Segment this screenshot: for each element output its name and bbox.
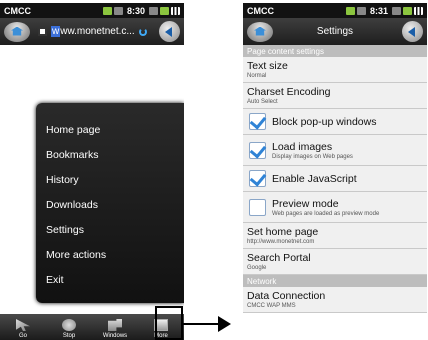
setting-title: Data Connection [247,290,326,302]
clock: 8:30 [126,5,145,16]
more-highlight-box [155,306,183,340]
stop-label: Stop [62,333,76,339]
menu-item-history[interactable]: History [36,167,184,192]
setting-summary: Web pages are loaded as preview mode [272,210,380,217]
checkbox-checked-icon[interactable] [249,141,266,159]
setting-charset-encoding[interactable]: Charset Encoding Auto Select [243,83,427,109]
page-title: Settings [316,26,354,37]
checkbox-checked-icon[interactable] [249,170,266,187]
setting-title: Text size [247,60,288,72]
menu-item-home-page[interactable]: Home page [36,117,184,142]
setting-title: Enable JavaScript [272,172,357,185]
options-menu: Home page Bookmarks History Downloads Se… [36,103,184,303]
setting-home-page[interactable]: Set home page http://www.monetnet.com [243,223,427,249]
network-icon [160,6,169,15]
section-header-network: Network [243,275,427,287]
stop-icon [62,319,76,331]
browser-screen: CMCC 8:30 w ww.monetnet.c... Home page Bo… [0,3,184,340]
setting-summary: http://www.monetnet.com [247,239,315,245]
settings-titlebar: Settings [243,18,427,45]
battery-icon [345,6,355,15]
signal-bars-icon [414,6,423,15]
carrier-label: CMCC [4,5,31,16]
back-button[interactable] [402,21,423,42]
favicon-icon [38,27,47,36]
go-label: Go [18,333,27,339]
setting-summary: Auto Select [247,99,278,105]
setting-summary: CMCC WAP MMS [247,303,296,309]
setting-title: Set home page [247,226,319,238]
setting-preview-mode[interactable]: Preview mode Web pages are loaded as pre… [243,192,427,223]
signal-icon [356,6,366,15]
network-icon [403,6,412,15]
stop-button[interactable]: Stop [46,314,92,340]
setting-summary: Display images on Web pages [272,153,353,160]
setting-enable-javascript[interactable]: Enable JavaScript [243,166,427,192]
windows-button[interactable]: Windows [92,314,138,340]
setting-search-portal[interactable]: Search Portal Google [243,249,427,275]
setting-title: Charset Encoding [247,86,331,98]
setting-text-size[interactable]: Text size Normal [243,57,427,83]
menu-item-exit[interactable]: Exit [36,267,184,292]
loading-spinner-icon [138,27,147,36]
checkbox-unchecked-icon[interactable] [249,198,266,216]
setting-title: Load images [272,140,333,153]
menu-item-bookmarks[interactable]: Bookmarks [36,142,184,167]
url-text: ww.monetnet.c... [60,26,135,37]
setting-summary: Google [247,265,267,271]
menu-item-settings[interactable]: Settings [36,217,184,242]
home-icon[interactable] [4,21,30,42]
setting-load-images[interactable]: Load images Display images on Web pages [243,135,427,166]
status-bar: CMCC 8:31 [243,3,427,18]
windows-label: Windows [102,333,128,339]
setting-title: Search Portal [247,252,311,264]
battery-icon [102,6,112,15]
go-icon [16,319,30,331]
clock: 8:31 [369,5,388,16]
go-button[interactable]: Go [0,314,46,340]
status-bar: CMCC 8:30 [0,3,184,18]
setting-block-popups[interactable]: Block pop-up windows [243,109,427,135]
windows-icon [108,319,122,331]
setting-title: Block pop-up windows [272,115,377,128]
menu-item-downloads[interactable]: Downloads [36,192,184,217]
notification-icon [149,6,158,15]
carrier-label: CMCC [247,5,274,16]
setting-data-connection[interactable]: Data Connection CMCC WAP MMS [243,287,427,313]
signal-icon [113,6,123,15]
menu-item-more-actions[interactable]: More actions [36,242,184,267]
checkbox-checked-icon[interactable] [249,113,266,130]
arrow-line [183,323,221,325]
section-header-page-content: Page content settings [243,45,427,57]
setting-summary: Normal [247,73,267,79]
url-bar[interactable]: w ww.monetnet.c... [38,26,147,37]
back-button[interactable] [159,21,180,42]
signal-bars-icon [171,6,180,15]
notification-icon [392,6,401,15]
setting-title: Preview mode [272,197,339,210]
url-cursor-char: w [51,26,61,37]
arrow-head-icon [218,316,231,332]
settings-screen: CMCC 8:31 Settings Page content settings… [243,3,427,340]
browser-titlebar: w ww.monetnet.c... [0,18,184,45]
